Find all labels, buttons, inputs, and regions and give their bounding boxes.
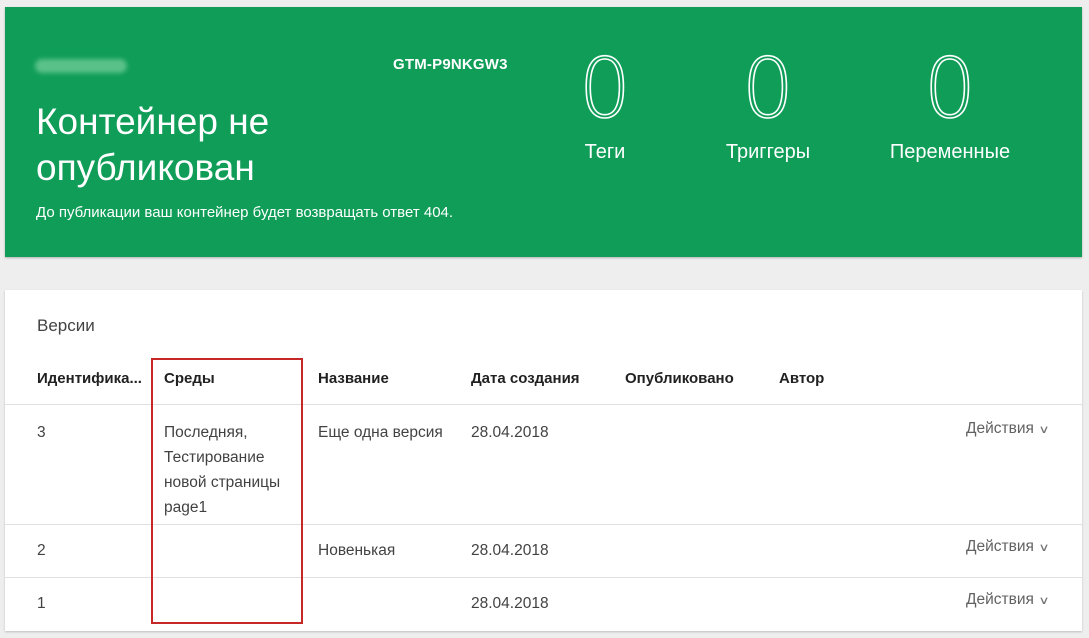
- table-row: 2 Новенькая 28.04.2018 Действия ∨: [5, 524, 1082, 577]
- stat-triggers[interactable]: 0 Триггеры: [713, 42, 823, 164]
- stat-tags-count: 0: [578, 42, 632, 137]
- stat-tags-label: Теги: [584, 141, 626, 163]
- row-id: 3: [37, 424, 46, 441]
- row-created: 28.04.2018: [471, 542, 549, 559]
- environment-line: новой страницы: [164, 474, 281, 491]
- stat-variables-label: Переменные: [889, 141, 1011, 163]
- environment-line: page1: [164, 499, 208, 516]
- chevron-down-icon: ∨: [1038, 424, 1050, 436]
- row-created: 28.04.2018: [471, 424, 549, 441]
- row-environments: Последняя, Тестирование новой страницы p…: [164, 420, 304, 520]
- stat-triggers-count: 0: [741, 42, 795, 137]
- container-status-banner: GTM-P9NKGW3 Контейнер не опубликован До …: [5, 7, 1082, 257]
- row-id: 1: [37, 595, 46, 612]
- column-header-name[interactable]: Название: [318, 370, 389, 387]
- environment-line: Тестирование: [164, 449, 265, 466]
- stat-tags[interactable]: 0 Теги: [570, 42, 640, 164]
- row-name: Новенькая: [318, 542, 396, 559]
- actions-menu-button[interactable]: Действия ∨: [966, 591, 1050, 609]
- table-row: 1 28.04.2018 Действия ∨: [5, 577, 1082, 632]
- environment-line: Последняя,: [164, 424, 248, 441]
- versions-card: Версии Идентифика... Среды Название Дата…: [5, 290, 1082, 631]
- actions-label: Действия: [966, 538, 1034, 555]
- stat-variables[interactable]: 0 Переменные: [880, 42, 1020, 164]
- column-header-id[interactable]: Идентифика...: [37, 370, 142, 387]
- versions-title: Версии: [37, 316, 95, 335]
- container-id: GTM-P9NKGW3: [393, 56, 508, 73]
- row-id: 2: [37, 542, 46, 559]
- column-header-published[interactable]: Опубликовано: [625, 370, 734, 387]
- column-header-environments[interactable]: Среды: [164, 370, 215, 387]
- row-name: Еще одна версия: [318, 424, 443, 441]
- stat-variables-count: 0: [923, 42, 977, 137]
- status-description: До публикации ваш контейнер будет возвра…: [36, 204, 454, 221]
- actions-menu-button[interactable]: Действия ∨: [966, 538, 1050, 556]
- account-name-redacted: [35, 59, 127, 73]
- chevron-down-icon: ∨: [1038, 595, 1050, 607]
- actions-label: Действия: [966, 591, 1034, 608]
- actions-menu-button[interactable]: Действия ∨: [966, 420, 1050, 438]
- status-title: Контейнер не опубликован: [36, 101, 270, 188]
- chevron-down-icon: ∨: [1038, 542, 1050, 554]
- row-created: 28.04.2018: [471, 595, 549, 612]
- stat-triggers-label: Триггеры: [725, 141, 811, 163]
- column-header-created[interactable]: Дата создания: [471, 370, 580, 387]
- actions-label: Действия: [966, 420, 1034, 437]
- column-header-author[interactable]: Автор: [779, 370, 824, 387]
- table-row: 3 Последняя, Тестирование новой страницы…: [5, 404, 1082, 525]
